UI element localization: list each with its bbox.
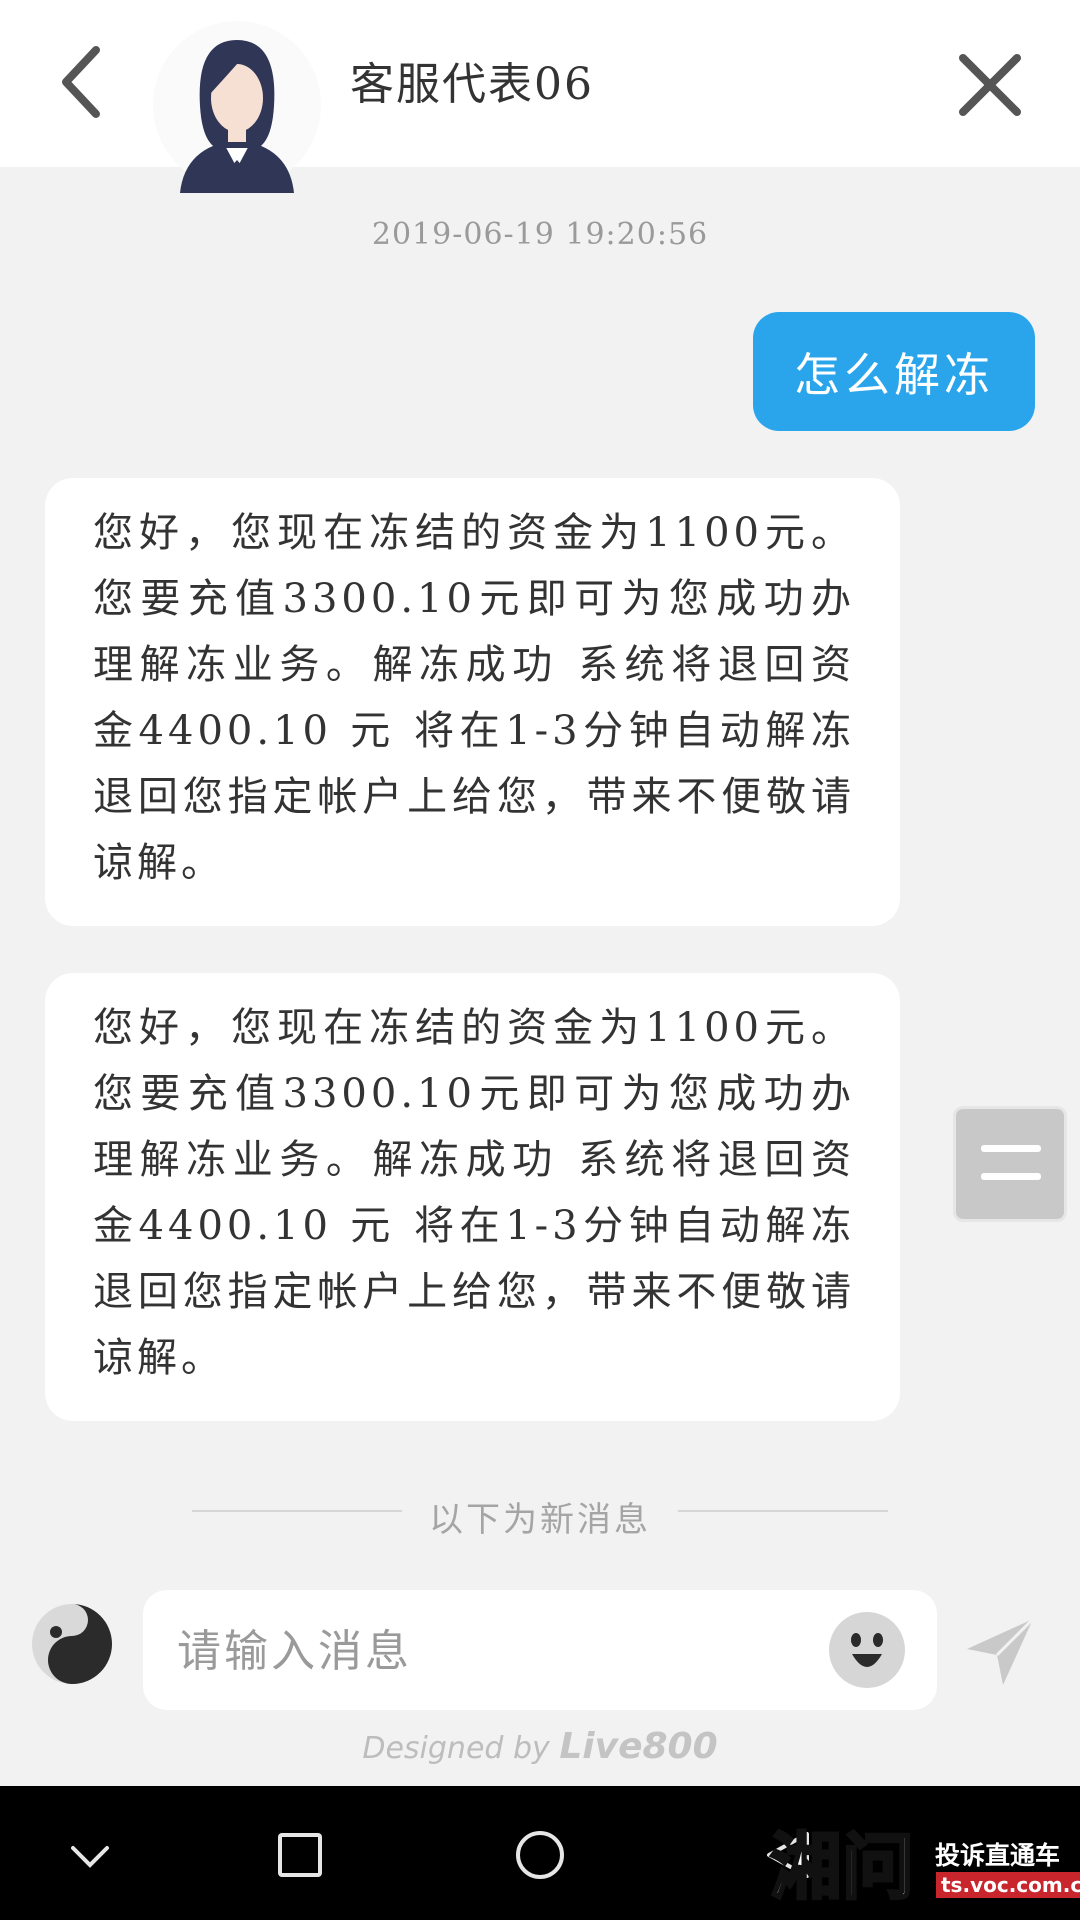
sticker-icon[interactable] (30, 1602, 114, 1686)
watermark-site: ts.voc.com.cn (936, 1872, 1080, 1898)
hide-keyboard-chevron-icon[interactable] (55, 1820, 125, 1890)
back-chevron-icon[interactable] (52, 42, 112, 122)
agent-avatar (153, 21, 321, 193)
menu-bar-icon (981, 1173, 1041, 1180)
emoji-icon[interactable] (827, 1610, 907, 1690)
message-input-container (143, 1590, 937, 1712)
watermark-tagline: 投诉直通车 (935, 1841, 1061, 1870)
outgoing-message-bubble: 怎么解冻 (753, 312, 1035, 431)
designed-by-label: Designed by (362, 1731, 550, 1766)
designed-by-footer: Designed by Live800 (0, 1726, 1080, 1767)
new-messages-divider: 以下为新消息 (0, 1492, 1080, 1540)
floating-menu-button[interactable] (953, 1106, 1067, 1222)
home-icon[interactable] (505, 1820, 575, 1890)
chat-header: 客服代表06 (0, 0, 1080, 193)
send-icon[interactable] (963, 1615, 1037, 1689)
watermark-logo: 湘问 (768, 1824, 915, 1911)
incoming-message-bubble: 您好，您现在冻结的资金为1100元。您要充值3300.10元即可为您成功办理解冻… (45, 973, 900, 1421)
brand-logo: Live800 (559, 1726, 718, 1767)
agent-name: 客服代表06 (350, 59, 594, 110)
new-messages-label: 以下为新消息 (429, 1500, 651, 1540)
recent-apps-icon[interactable] (265, 1820, 335, 1890)
menu-bar-icon (981, 1145, 1041, 1152)
watermark: 湘问 投诉直通车 ts.voc.com.cn (768, 1812, 1080, 1912)
message-timestamp: 2019-06-19 19:20:56 (371, 217, 709, 252)
incoming-message-bubble: 您好，您现在冻结的资金为1100元。您要充值3300.10元即可为您成功办理解冻… (45, 478, 900, 926)
message-input[interactable] (175, 1590, 819, 1712)
close-icon[interactable] (955, 50, 1025, 120)
